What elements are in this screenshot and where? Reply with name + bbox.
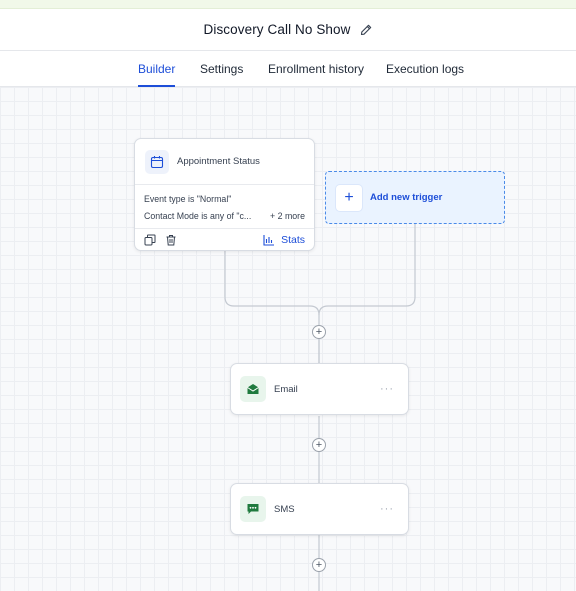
trigger-title: Appointment Status [177,156,260,167]
top-banner-strip [0,0,576,9]
more-conditions-link[interactable]: + 2 more [270,208,305,225]
workflow-header: Discovery Call No Show [0,9,576,51]
workflow-title: Discovery Call No Show [203,22,351,37]
action-card-email[interactable]: Email ··· [230,363,409,415]
trigger-card-footer: Stats [135,229,314,251]
add-trigger-label: Add new trigger [370,192,443,203]
trigger-card-header: Appointment Status [135,139,314,185]
trash-icon[interactable] [165,234,177,246]
trigger-condition: Event type is "Normal" [144,194,232,204]
tab-bar: Builder Settings Enrollment history Exec… [0,51,576,87]
stats-button[interactable]: Stats [263,234,305,246]
stats-label: Stats [281,234,305,246]
copy-icon[interactable] [144,234,156,246]
workflow-canvas[interactable]: Appointment Status Event type is "Normal… [0,87,576,591]
tab-builder[interactable]: Builder [138,51,176,87]
add-new-trigger-button[interactable]: + Add new trigger [325,171,505,224]
more-options-icon[interactable]: ··· [380,383,394,395]
trigger-condition: Contact Mode is any of "c... [144,211,252,221]
plus-icon: + [336,184,362,211]
pencil-edit-icon[interactable] [359,23,373,37]
sms-icon [240,496,266,522]
action-label: Email [274,383,298,395]
trigger-conditions: Event type is "Normal" Contact Mode is a… [135,185,314,229]
add-step-button[interactable]: + [312,558,326,572]
add-step-button[interactable]: + [312,438,326,452]
tab-enrollment-history[interactable]: Enrollment history [268,51,364,87]
action-label: SMS [274,503,295,515]
trigger-card-appointment-status[interactable]: Appointment Status Event type is "Normal… [134,138,315,251]
action-card-sms[interactable]: SMS ··· [230,483,409,535]
bar-chart-icon [263,234,275,246]
add-step-button[interactable]: + [312,325,326,339]
tab-execution-logs[interactable]: Execution logs [386,51,464,87]
email-icon [240,376,266,402]
more-options-icon[interactable]: ··· [380,503,394,515]
tab-settings[interactable]: Settings [200,51,243,87]
calendar-icon [145,149,169,174]
